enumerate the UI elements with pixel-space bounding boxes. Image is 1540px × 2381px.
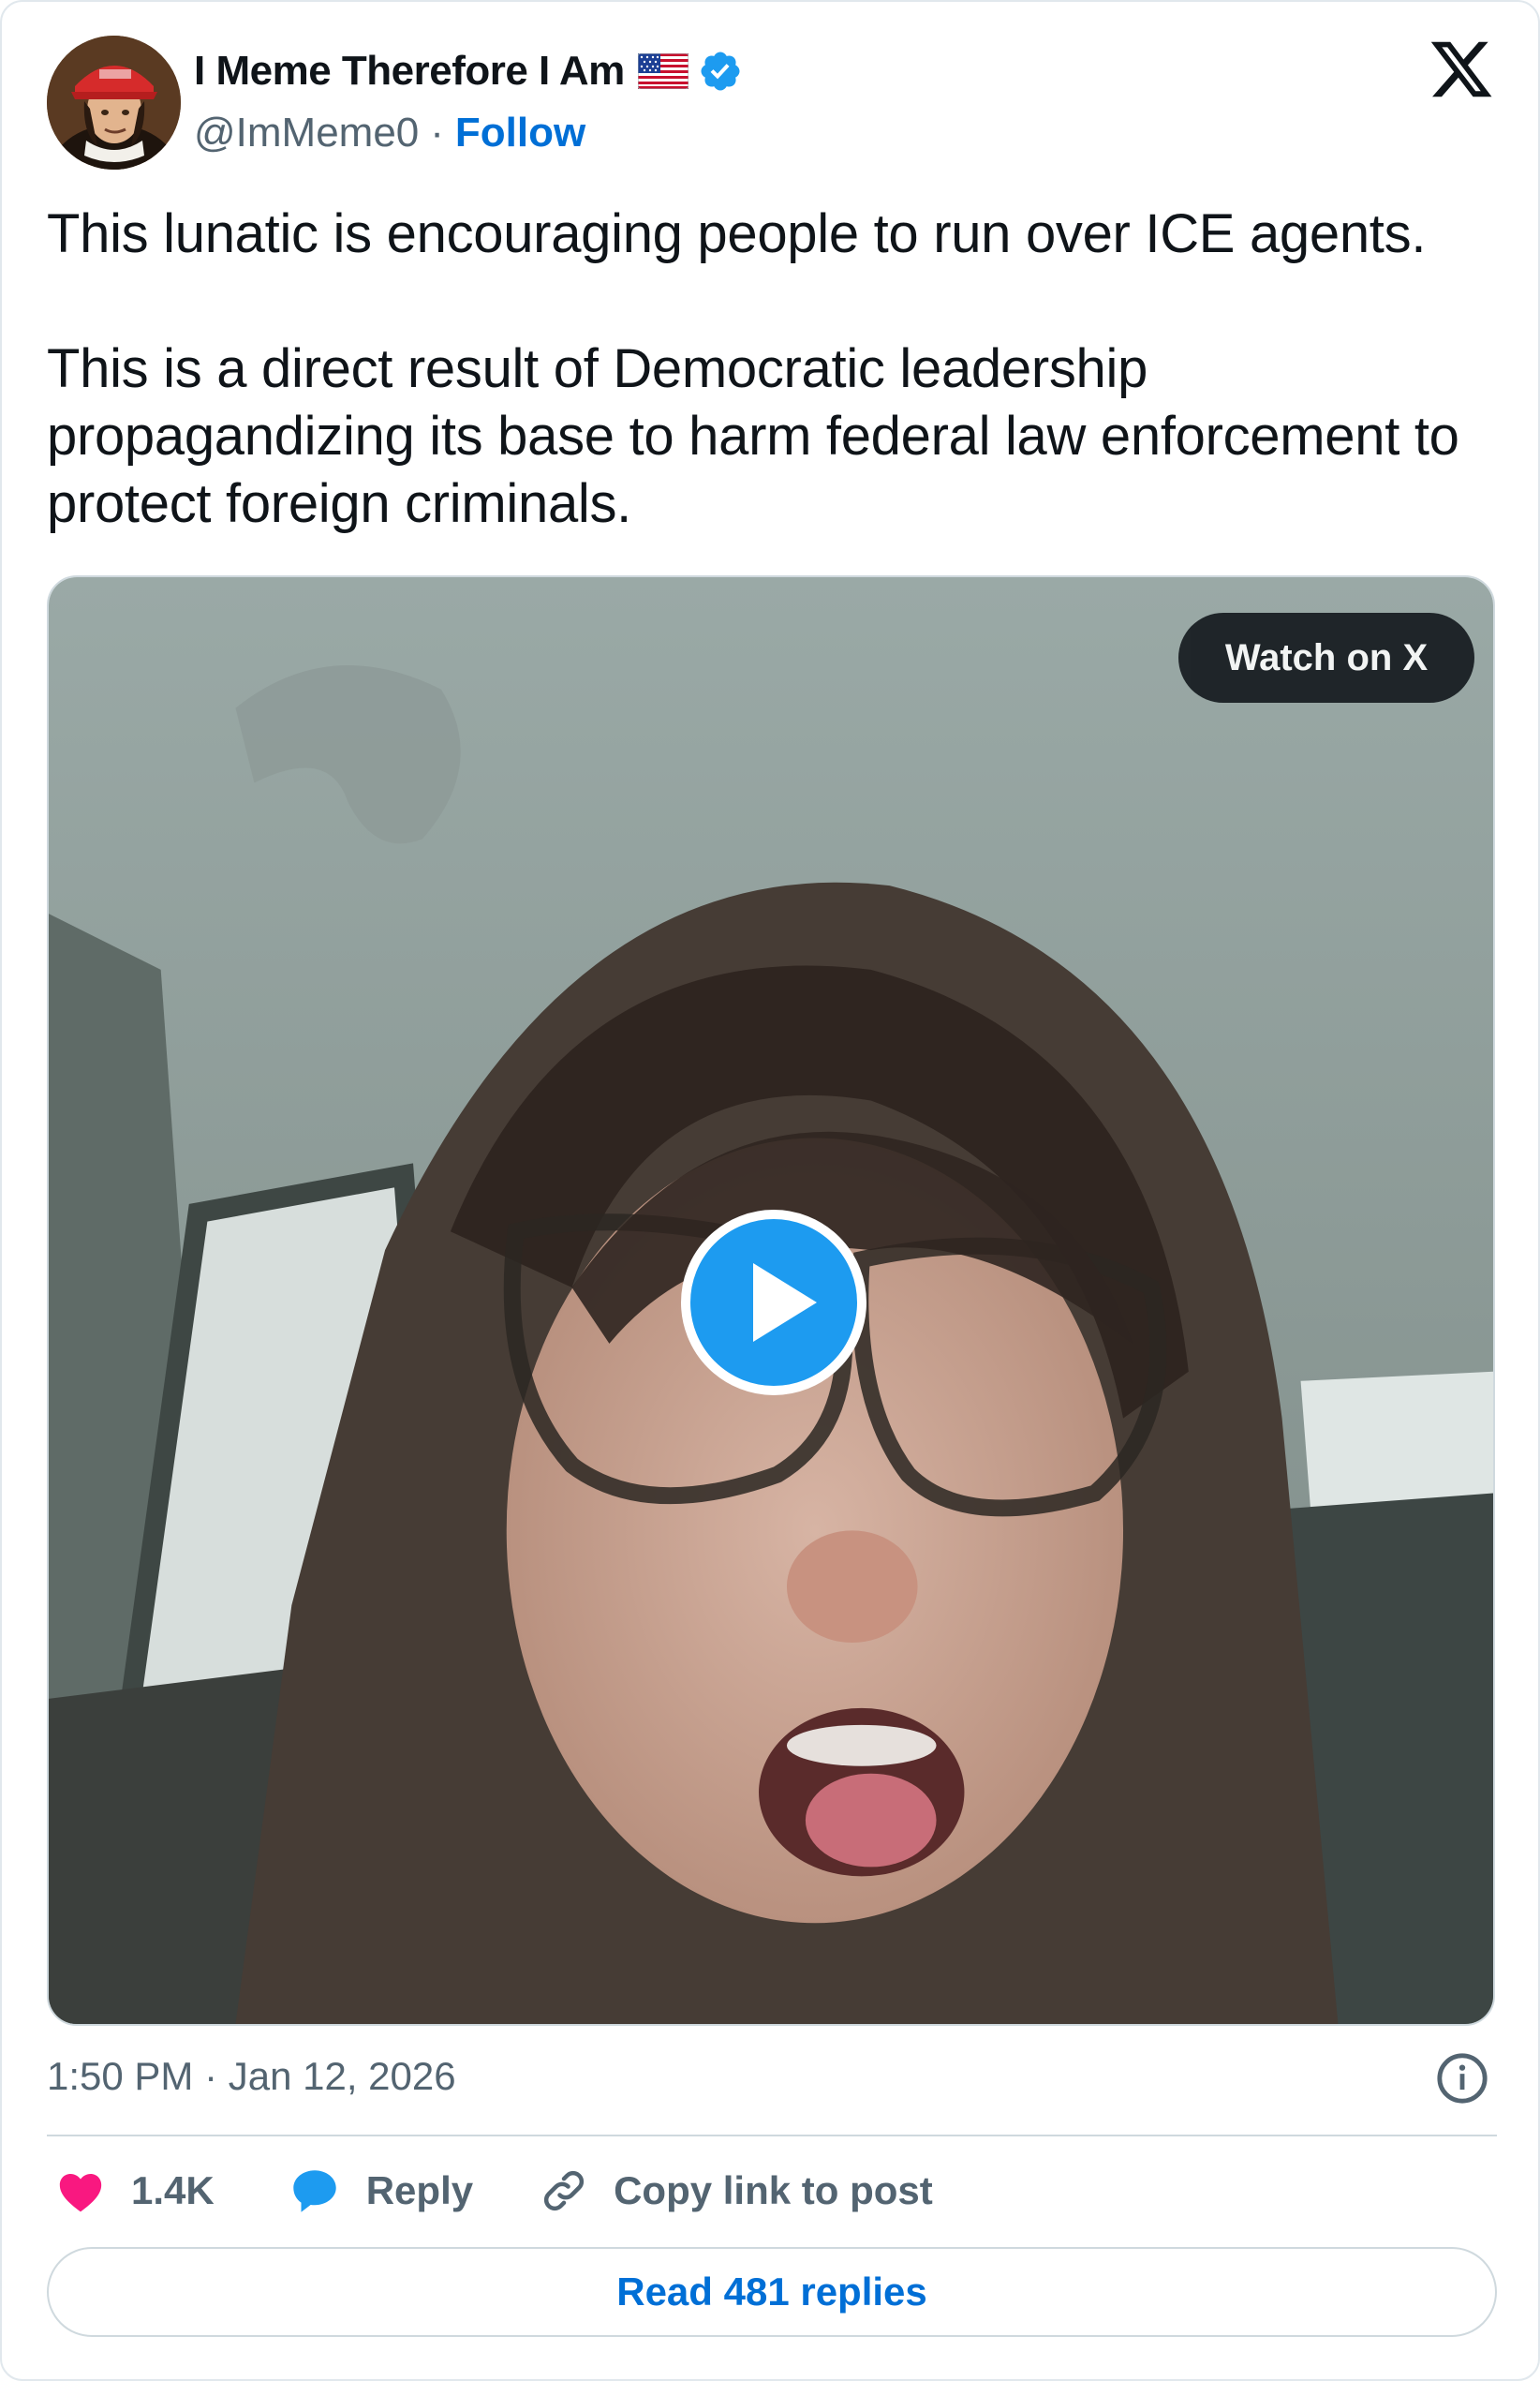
link-icon (544, 2170, 585, 2211)
video-player[interactable]: Watch on X (47, 575, 1495, 2026)
author-handle[interactable]: @ImMeme0 (194, 110, 419, 156)
heart-icon (59, 2174, 102, 2212)
info-icon[interactable] (1435, 2051, 1489, 2106)
tweet-timestamp[interactable]: 1:50 PM · Jan 12, 2026 (47, 2054, 456, 2099)
reply-label: Reply (365, 2168, 474, 2212)
tweet-card: I Meme Therefore I Am @ImMeme0 · Follow … (0, 0, 1540, 2381)
tweet-text: This lunatic is encouraging people to ru… (47, 201, 1508, 538)
tweet-paragraph: This lunatic is encouraging people to ru… (47, 203, 1427, 264)
x-logo-icon[interactable] (1428, 36, 1495, 103)
play-icon[interactable] (680, 1209, 867, 1396)
verified-badge-icon (701, 52, 740, 91)
follow-button[interactable]: Follow (455, 110, 585, 156)
watch-on-x-button[interactable]: Watch on X (1178, 613, 1474, 703)
read-replies-button[interactable]: Read 481 replies (47, 2247, 1497, 2337)
author-name-row: I Meme Therefore I Am (194, 45, 743, 97)
copy-link-button[interactable]: Copy link to post (539, 2165, 933, 2216)
author-avatar[interactable] (47, 36, 181, 170)
reply-button[interactable]: Reply (288, 2164, 473, 2218)
action-bar: 1.4K Reply Copy link to post (47, 2157, 933, 2225)
separator-dot: · (430, 110, 444, 156)
us-flag-icon (637, 53, 689, 89)
handle-row: @ImMeme0 · Follow (194, 107, 585, 159)
like-button[interactable]: 1.4K (54, 2165, 215, 2217)
likes-count: 1.4K (131, 2168, 215, 2212)
avatar-portrait-icon (47, 36, 181, 170)
author-name[interactable]: I Meme Therefore I Am (194, 48, 625, 95)
copy-link-label: Copy link to post (614, 2168, 933, 2212)
divider (47, 2135, 1497, 2136)
reply-bubble-icon (293, 2170, 336, 2212)
tweet-paragraph: This is a direct result of Democratic le… (47, 338, 1459, 534)
timestamp-row: 1:50 PM · Jan 12, 2026 (47, 2048, 1497, 2105)
